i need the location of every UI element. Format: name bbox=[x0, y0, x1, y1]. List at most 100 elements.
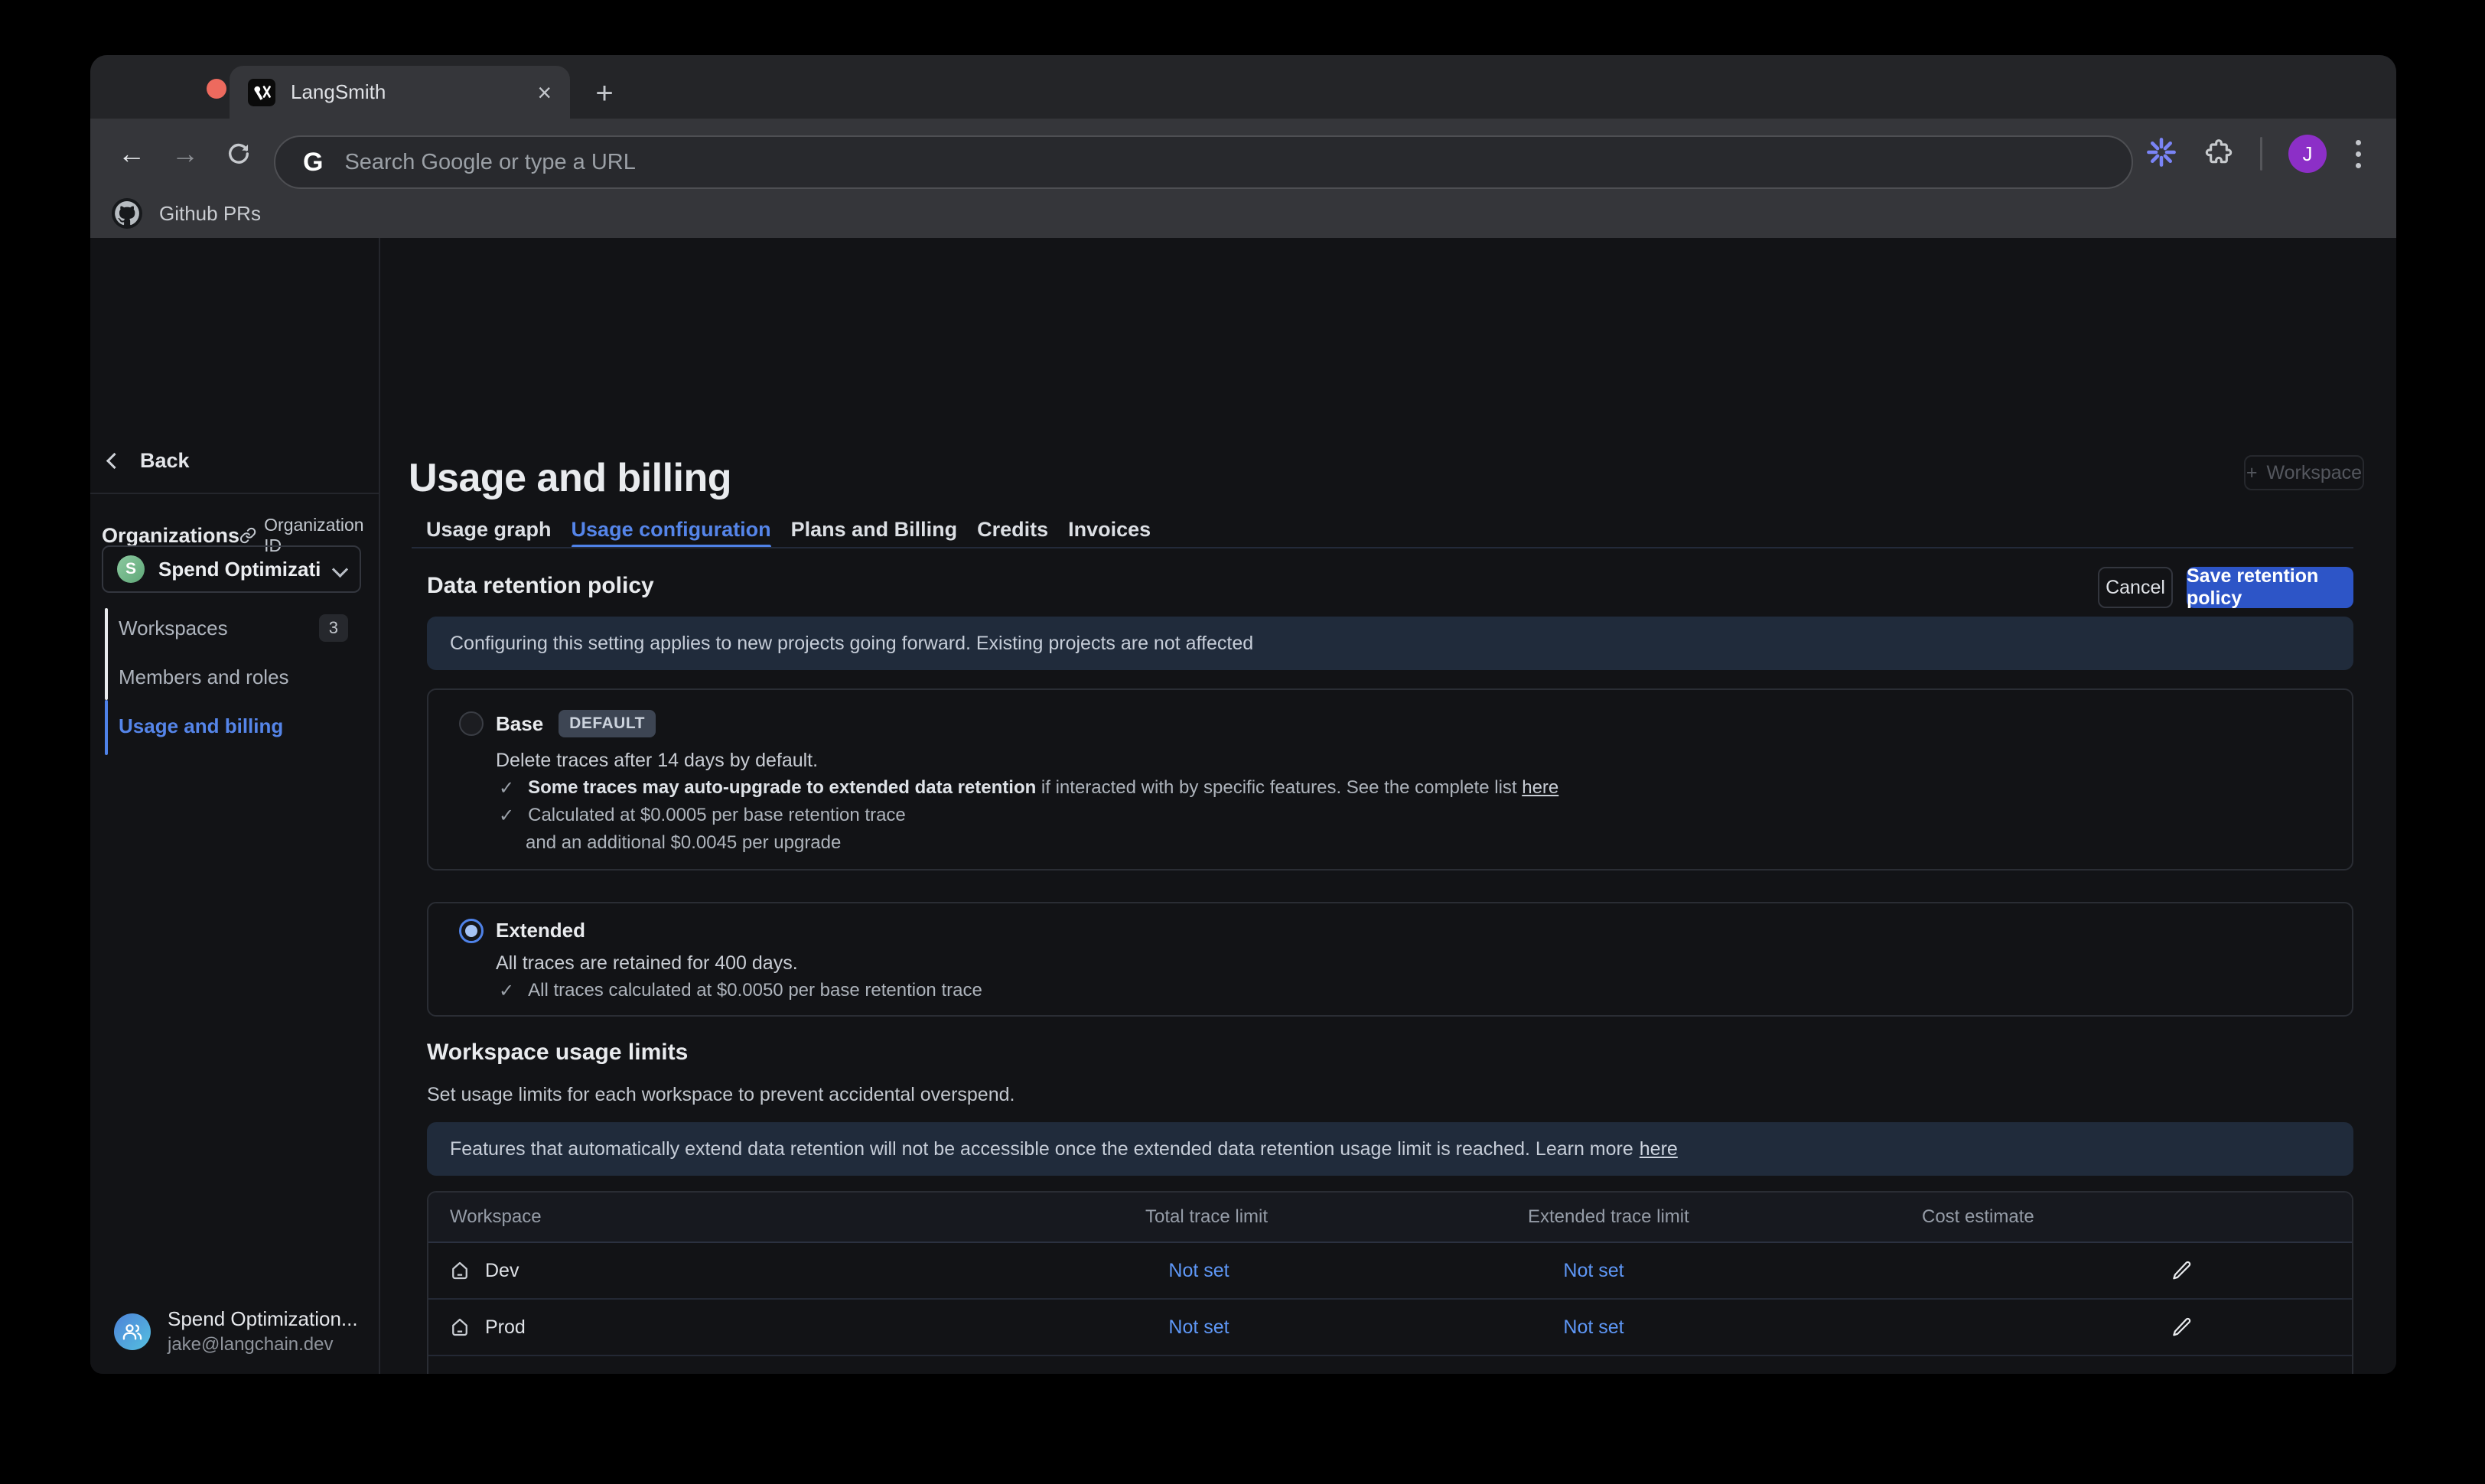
bookmark-github-prs[interactable]: Github PRs bbox=[112, 198, 261, 229]
toolbar-right: J bbox=[2145, 135, 2364, 172]
browser-menu-icon[interactable] bbox=[2353, 137, 2364, 171]
col-cost-estimate: Cost estimate bbox=[1922, 1206, 2352, 1228]
organization-selector[interactable]: S Spend Optimization Tu... bbox=[102, 545, 361, 593]
workspace-name: Staging bbox=[485, 1373, 550, 1375]
workspace-icon bbox=[448, 1372, 471, 1374]
workspaces-count-badge: 3 bbox=[319, 614, 348, 642]
browser-tab[interactable]: LangSmith × bbox=[230, 66, 570, 119]
table-row-staging: Staging Not set Not set bbox=[428, 1356, 2352, 1374]
extended-limit-link[interactable]: Not set bbox=[1528, 1373, 1659, 1375]
tab-usage-configuration[interactable]: Usage configuration bbox=[572, 518, 771, 548]
save-retention-policy-button[interactable]: Save retention policy bbox=[2187, 567, 2353, 608]
back-icon[interactable]: ← bbox=[113, 135, 150, 172]
account-email: jake@langchain.dev bbox=[168, 1334, 358, 1355]
tab-title: LangSmith bbox=[291, 80, 522, 104]
tab-credits[interactable]: Credits bbox=[977, 518, 1048, 548]
total-limit-link[interactable]: Not set bbox=[1145, 1316, 1252, 1339]
nav-rail bbox=[105, 608, 108, 700]
back-label: Back bbox=[140, 449, 190, 473]
reload-icon[interactable] bbox=[220, 135, 257, 172]
sidebar-item-label: Members and roles bbox=[119, 666, 289, 689]
table-row-dev: Dev Not set Not set bbox=[428, 1243, 2352, 1300]
sidebar: Back Organizations Organization ID S Spe… bbox=[90, 238, 380, 1374]
link-icon bbox=[239, 526, 256, 545]
extensions-puzzle-icon[interactable] bbox=[2203, 137, 2234, 171]
edit-pencil-icon[interactable] bbox=[2171, 1259, 2194, 1282]
retention-info-banner: Configuring this setting applies to new … bbox=[427, 617, 2353, 670]
limits-description: Set usage limits for each workspace to p… bbox=[427, 1084, 1015, 1106]
main-content: Usage and billing + Workspace Usage grap… bbox=[380, 238, 2396, 1374]
base-retention-option[interactable]: Base DEFAULT Delete traces after 14 days… bbox=[427, 688, 2353, 871]
extended-retention-option[interactable]: Extended All traces are retained for 400… bbox=[427, 902, 2353, 1017]
users-icon bbox=[122, 1321, 143, 1342]
tab-usage-graph[interactable]: Usage graph bbox=[426, 518, 552, 548]
total-limit-link[interactable]: Not set bbox=[1145, 1260, 1252, 1282]
browser-window: LangSmith × + ← → G Search Google or typ… bbox=[90, 55, 2396, 1374]
extended-description: All traces are retained for 400 days. bbox=[496, 952, 798, 975]
sidebar-item-members-and-roles[interactable]: Members and roles bbox=[119, 660, 348, 694]
base-point-2: Calculated at $0.0005 per base retention… bbox=[528, 805, 906, 827]
base-point-1: Some traces may auto-upgrade to extended… bbox=[528, 777, 1558, 799]
account-name: Spend Optimization... bbox=[168, 1307, 358, 1331]
col-extended-trace-limit: Extended trace limit bbox=[1528, 1206, 1922, 1228]
col-workspace: Workspace bbox=[428, 1206, 1145, 1228]
sidebar-item-workspaces[interactable]: Workspaces 3 bbox=[119, 611, 348, 645]
learn-more-link[interactable]: here bbox=[1640, 1138, 1678, 1160]
sidebar-item-usage-and-billing[interactable]: Usage and billing bbox=[119, 709, 348, 743]
limits-heading: Workspace usage limits bbox=[427, 1040, 688, 1066]
extended-label: Extended bbox=[496, 919, 585, 942]
organizations-label: Organizations bbox=[102, 524, 239, 548]
bookmark-label: Github PRs bbox=[159, 202, 261, 226]
cancel-button[interactable]: Cancel bbox=[2098, 567, 2173, 608]
account-avatar bbox=[114, 1313, 151, 1350]
page-title: Usage and billing bbox=[409, 455, 731, 501]
url-placeholder: Search Google or type a URL bbox=[344, 150, 635, 175]
github-icon bbox=[112, 198, 142, 229]
limits-banner-text: Features that automatically extend data … bbox=[450, 1138, 1633, 1160]
base-label: Base bbox=[496, 712, 543, 736]
base-radio[interactable] bbox=[459, 711, 484, 736]
edit-pencil-icon[interactable] bbox=[2171, 1316, 2194, 1339]
workspace-icon bbox=[448, 1259, 471, 1282]
extended-limit-link[interactable]: Not set bbox=[1528, 1316, 1659, 1339]
nav-rail-active bbox=[105, 700, 108, 755]
extension-starburst-icon[interactable] bbox=[2145, 136, 2177, 172]
back-button[interactable]: Back bbox=[109, 449, 190, 473]
extended-limit-link[interactable]: Not set bbox=[1528, 1260, 1659, 1282]
langsmith-favicon bbox=[248, 79, 275, 106]
workspace-name: Dev bbox=[485, 1260, 519, 1282]
base-description: Delete traces after 14 days by default. bbox=[496, 750, 818, 772]
bookmarks-bar: Github PRs bbox=[90, 189, 2396, 238]
url-input[interactable]: G Search Google or type a URL bbox=[274, 135, 2133, 189]
sidebar-item-label: Workspaces bbox=[119, 617, 228, 640]
complete-list-link[interactable]: here bbox=[1522, 777, 1558, 798]
plus-icon: + bbox=[2246, 462, 2258, 484]
close-window-button[interactable] bbox=[207, 79, 226, 99]
sidebar-item-label: Usage and billing bbox=[119, 714, 283, 738]
table-row-prod: Prod Not set Not set bbox=[428, 1300, 2352, 1356]
toolbar-divider bbox=[2260, 137, 2262, 171]
google-icon: G bbox=[303, 148, 323, 177]
add-workspace-label: Workspace bbox=[2267, 462, 2363, 484]
tab-invoices[interactable]: Invoices bbox=[1068, 518, 1151, 548]
extended-radio[interactable] bbox=[459, 919, 484, 943]
edit-pencil-icon[interactable] bbox=[2171, 1372, 2194, 1374]
workspace-limits-table: Workspace Total trace limit Extended tra… bbox=[427, 1191, 2353, 1374]
new-tab-button[interactable]: + bbox=[586, 75, 623, 112]
total-limit-link[interactable]: Not set bbox=[1145, 1373, 1252, 1375]
org-avatar: S bbox=[117, 555, 145, 583]
close-tab-icon[interactable]: × bbox=[537, 80, 552, 105]
account-card[interactable]: Spend Optimization... jake@langchain.dev bbox=[114, 1307, 358, 1355]
browser-toolbar: ← → G Search Google or type a URL bbox=[90, 119, 2396, 189]
org-name: Spend Optimization Tu... bbox=[158, 558, 321, 581]
chevron-left-icon bbox=[106, 453, 122, 469]
add-workspace-button[interactable]: + Workspace bbox=[2244, 455, 2364, 490]
browser-profile-avatar[interactable]: J bbox=[2288, 135, 2327, 173]
chevron-down-icon bbox=[332, 561, 348, 577]
tab-plans-and-billing[interactable]: Plans and Billing bbox=[791, 518, 958, 548]
col-total-trace-limit: Total trace limit bbox=[1145, 1206, 1528, 1228]
billing-tabs: Usage graph Usage configuration Plans an… bbox=[426, 518, 1151, 548]
limits-info-banner: Features that automatically extend data … bbox=[427, 1122, 2353, 1176]
forward-icon[interactable]: → bbox=[167, 135, 204, 172]
retention-banner-text: Configuring this setting applies to new … bbox=[450, 633, 1253, 655]
